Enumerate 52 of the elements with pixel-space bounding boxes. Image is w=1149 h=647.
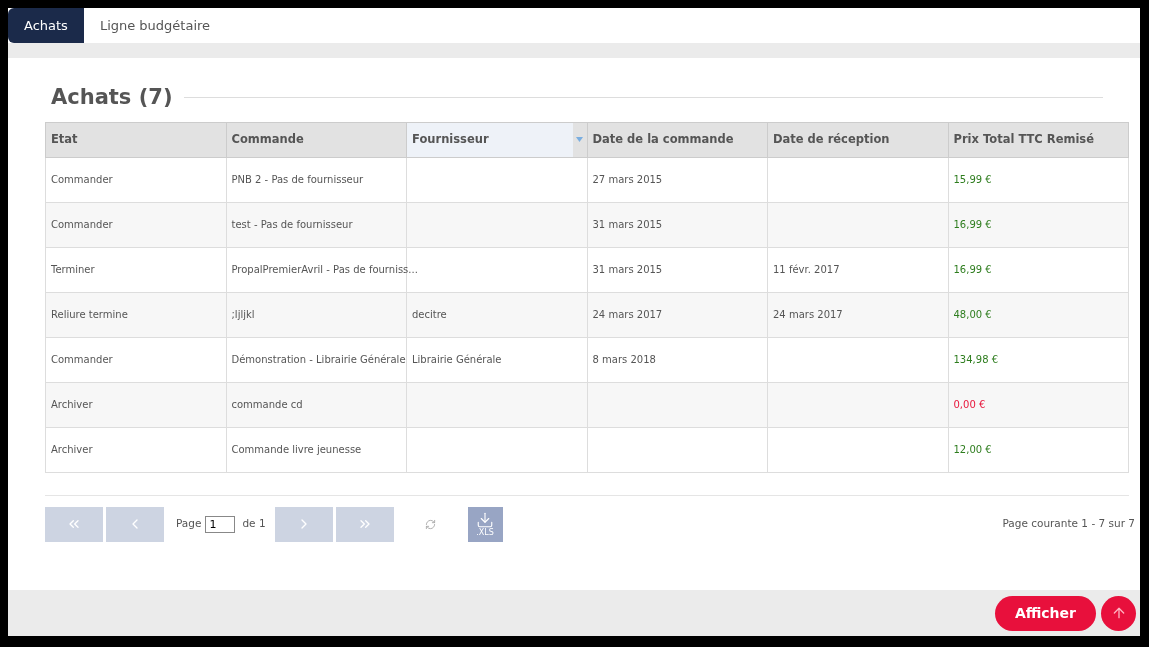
last-page-button[interactable] xyxy=(335,506,394,542)
table-cell: Archiver xyxy=(51,399,93,410)
column-header[interactable]: Date de réception xyxy=(767,122,948,157)
table-cell: Reliure termine xyxy=(51,309,128,320)
scroll-top-button[interactable] xyxy=(1101,595,1136,631)
sort-caret-icon xyxy=(572,122,587,157)
table-cell: commande cd xyxy=(231,399,303,410)
price: 48,00 € xyxy=(953,309,992,320)
download-icon xyxy=(476,511,495,529)
price: 12,00 € xyxy=(953,444,992,455)
page-input[interactable]: 1 xyxy=(205,515,236,533)
table-cell: Archiver xyxy=(51,444,93,455)
section-title: Achats (7) xyxy=(51,84,173,111)
display-button[interactable]: Afficher xyxy=(994,595,1096,631)
page-label: Page xyxy=(176,516,202,532)
table-cell: 31 mars 2015 xyxy=(592,264,663,275)
table-cell: 8 mars 2018 xyxy=(592,354,656,365)
refresh-button[interactable] xyxy=(423,517,438,531)
column-header[interactable]: Etat xyxy=(45,122,226,157)
table-cell: Commande livre jeunesse xyxy=(231,444,362,455)
previous-page-button[interactable] xyxy=(106,506,164,542)
table-cell: Commander xyxy=(51,219,113,230)
table-cell: 27 mars 2015 xyxy=(592,174,663,185)
table-cell: 24 mars 2017 xyxy=(592,309,663,320)
price: 16,99 € xyxy=(953,264,992,275)
table-cell: PropalPremierAvril - Pas de fourniss... xyxy=(231,264,418,275)
next-page-button[interactable] xyxy=(274,506,333,542)
price: 15,99 € xyxy=(953,174,992,185)
column-header[interactable]: Commande xyxy=(226,122,407,157)
table-cell: test - Pas de fournisseur xyxy=(231,219,353,230)
first-page-button[interactable] xyxy=(45,506,103,542)
column-header[interactable]: Date de la commande xyxy=(587,122,768,157)
page-count: de 1 xyxy=(242,516,266,532)
price: 134,98 € xyxy=(953,354,999,365)
table-cell: Commander xyxy=(51,354,113,365)
refresh-icon xyxy=(425,518,437,530)
table-cell: Terminer xyxy=(51,264,95,275)
table-cell: ;ljljkl xyxy=(231,309,255,320)
table-cell: Démonstration - Librairie Générale xyxy=(231,354,406,365)
table-cell: 24 mars 2017 xyxy=(773,309,843,320)
table-cell: 31 mars 2015 xyxy=(592,219,663,230)
tab[interactable]: Achats xyxy=(8,8,84,43)
table-cell: Librairie Générale xyxy=(412,354,502,365)
table-cell: PNB 2 - Pas de fournisseur xyxy=(231,174,364,185)
table-cell: decitre xyxy=(412,309,447,320)
page-summary: Page courante 1 - 7 sur 7 xyxy=(1002,516,1135,532)
price: 0,00 € xyxy=(953,399,986,410)
column-header[interactable]: Prix Total TTC Remisé xyxy=(948,122,1129,157)
table-cell: 11 févr. 2017 xyxy=(773,264,840,275)
column-header[interactable]: Fournisseur xyxy=(406,122,587,157)
price: 16,99 € xyxy=(953,219,992,230)
table-cell: Commander xyxy=(51,174,113,185)
